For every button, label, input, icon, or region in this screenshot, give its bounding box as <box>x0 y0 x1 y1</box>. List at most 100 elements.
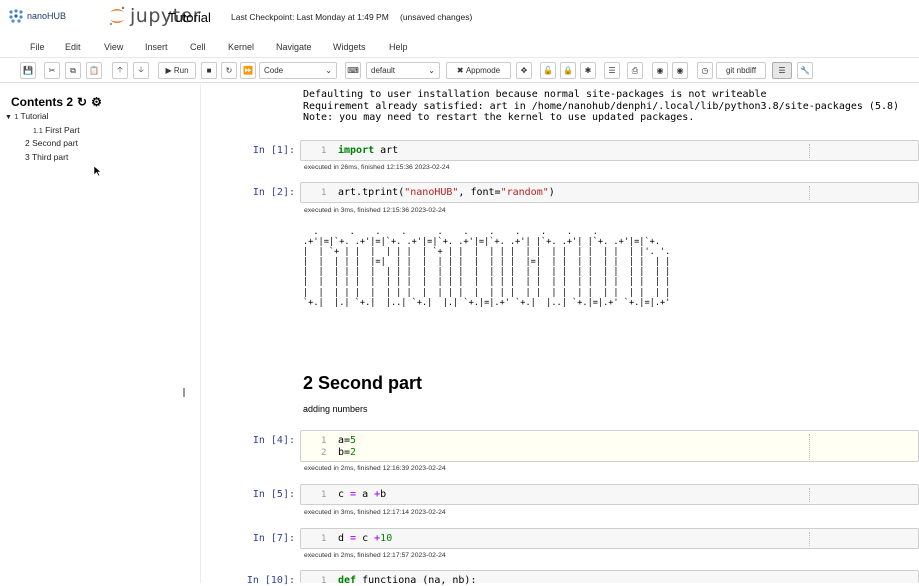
code-text: a= <box>338 435 351 446</box>
line-number: 1 <box>321 146 327 156</box>
unlock-icon: 🔓 <box>543 66 553 75</box>
nbdiff-button[interactable]: git nbdiff <box>716 62 766 79</box>
code-line: import art <box>338 145 398 156</box>
lock-button[interactable]: 🔒 <box>560 62 576 79</box>
circle-button-1[interactable]: ◉ <box>652 62 668 79</box>
arrow-up-icon: 🡡 <box>117 64 123 74</box>
move-down-button[interactable]: 🡣 <box>133 62 149 79</box>
code-line: b=2 <box>338 447 356 458</box>
nanohub-logo[interactable]: nanoHUB <box>8 9 66 23</box>
cell-type-select[interactable]: Code ⌄ <box>259 62 337 79</box>
circle-icon: ◉ <box>656 66 664 75</box>
code-line: a=5 <box>338 435 356 446</box>
gear-icon[interactable]: ⚙ <box>91 95 102 109</box>
line-number: 1 <box>321 576 327 586</box>
unlock-button[interactable]: 🔓 <box>540 62 556 79</box>
clock-button[interactable]: ◷ <box>697 62 713 79</box>
restart-run-all-button[interactable]: ⏩ <box>240 62 256 79</box>
circle-button-2[interactable]: ◉ <box>672 62 688 79</box>
checkpoint-status: Last Checkpoint: Last Monday at 1:49 PM <box>231 12 389 22</box>
markdown-text: adding numbers <box>303 404 368 414</box>
output-line: Note: you may need to restart the kernel… <box>303 112 695 123</box>
ascii-line: `+.| |.| `+.| |..| `+.| |.| `+.|=|.+' `+… <box>303 297 671 308</box>
appmode-button[interactable]: ✖ Appmode <box>446 62 511 79</box>
menu-insert[interactable]: Insert <box>145 42 168 52</box>
code-text: d <box>338 533 351 544</box>
code-cell-input[interactable]: 1 c = a +b <box>300 484 919 505</box>
sidebar-splitter-handle[interactable] <box>183 388 185 397</box>
code-keyword: def <box>338 575 357 586</box>
move-up-button[interactable]: 🡡 <box>112 62 128 79</box>
wrench-icon: 🔧 <box>800 66 810 75</box>
toc-item-second-part[interactable]: 2 Second part <box>25 138 78 148</box>
ascii-line: | | | | | | | | | | | | | | | | | | | | … <box>303 287 671 298</box>
toolbar: 💾 ✂ ⧉ 📋 🡡 🡣 ▶ Run ■ ↻ ⏩ Code ⌄ ⌨ default ⌄… <box>0 59 919 83</box>
copy-button[interactable]: ⧉ <box>65 62 81 79</box>
restart-button[interactable]: ↻ <box>221 62 237 79</box>
code-keyword: import <box>338 145 375 156</box>
asterisk-button[interactable]: ✱ <box>580 62 596 79</box>
toc-title-text: Contents 2 <box>11 95 74 109</box>
menu-widgets[interactable]: Widgets <box>333 42 366 52</box>
run-button[interactable]: ▶ Run <box>158 62 196 79</box>
line-number: 2 <box>321 448 327 458</box>
play-icon: ▶ <box>165 66 172 75</box>
list-button[interactable]: ☰ <box>604 62 620 79</box>
code-number: 10 <box>380 533 393 544</box>
style-select[interactable]: default ⌄ <box>366 62 440 79</box>
list-icon: ☰ <box>608 66 616 75</box>
arrow-down-icon: 🡣 <box>138 64 144 74</box>
menu-view[interactable]: View <box>104 42 123 52</box>
ascii-line: | | | | | |=| | | | | | | | | | | |=| | … <box>303 257 671 268</box>
move-icon: ✥ <box>520 66 528 75</box>
code-string: "nanoHUB" <box>404 187 459 198</box>
line-number: 1 <box>321 490 327 500</box>
ruler-line <box>809 144 810 158</box>
list-icon: ☰ <box>778 66 786 75</box>
menu-kernel[interactable]: Kernel <box>228 42 254 52</box>
cut-button[interactable]: ✂ <box>44 62 60 79</box>
brand-text: nanoHUB <box>27 11 67 21</box>
menu-help[interactable]: Help <box>389 42 408 52</box>
ascii-line: .+'|=|`+. .+'|=|`+. .+'|=|`+. .+'|=|`+. … <box>303 237 660 248</box>
cell-prompt: In [10]: <box>246 575 295 586</box>
code-text: b= <box>338 447 351 458</box>
keyboard-icon: ⌨ <box>347 66 359 75</box>
code-line: c = a +b <box>338 489 386 500</box>
toc-item-third-part[interactable]: 3 Third part <box>25 152 68 162</box>
code-cell-input[interactable]: 1 import art <box>300 140 919 161</box>
save-button[interactable]: 💾 <box>20 62 36 79</box>
menu-navigate[interactable]: Navigate <box>276 42 312 52</box>
cell-type-value: Code <box>264 66 284 75</box>
menu-file[interactable]: File <box>30 42 45 52</box>
wrench-button[interactable]: 🔧 <box>797 62 813 79</box>
ascii-line: . . . . . . . . . . . <box>303 227 598 237</box>
appmode-label: Appmode <box>465 66 501 75</box>
code-line: d = c +10 <box>338 533 392 544</box>
code-number: 2 <box>350 447 357 458</box>
section-heading: 2 Second part <box>303 373 423 393</box>
menu-cell[interactable]: Cell <box>190 42 206 52</box>
toc-item-tutorial[interactable]: ▼ 1 Tutorial <box>5 111 48 121</box>
menu-edit[interactable]: Edit <box>65 42 81 52</box>
code-cell-input[interactable]: 1 def functiona (na, nb): <box>300 570 919 586</box>
toc-toggle-button[interactable]: ☰ <box>772 62 792 79</box>
code-cell-input[interactable]: 1 art.tprint("nanoHUB", font="random") <box>300 182 919 203</box>
code-cell-input[interactable]: 1 d = c +10 <box>300 528 919 549</box>
line-number: 1 <box>321 436 327 446</box>
exec-time: executed in 3ms, finished 12:17:14 2023-… <box>304 509 446 516</box>
keyboard-button[interactable]: ⌨ <box>345 62 361 79</box>
notebook-name[interactable]: Tutorial <box>168 10 211 25</box>
move-button[interactable]: ✥ <box>516 62 532 79</box>
cell-prompt: In [1]: <box>252 145 295 156</box>
toc-title: Contents 2 ↻ ⚙ <box>11 95 102 109</box>
print-button[interactable]: ⎙ <box>627 62 643 79</box>
code-text: art <box>374 145 399 156</box>
interrupt-button[interactable]: ■ <box>201 62 217 79</box>
code-cell-input[interactable]: 1 a=5 2 b=2 <box>300 430 919 462</box>
refresh-icon[interactable]: ↻ <box>77 95 87 109</box>
paste-button[interactable]: 📋 <box>86 62 102 79</box>
toc-item-first-part[interactable]: 1.1 First Part <box>33 125 80 135</box>
circle-icon: ◉ <box>676 66 684 75</box>
exec-time: executed in 2ms, finished 12:17:57 2023-… <box>304 552 446 559</box>
